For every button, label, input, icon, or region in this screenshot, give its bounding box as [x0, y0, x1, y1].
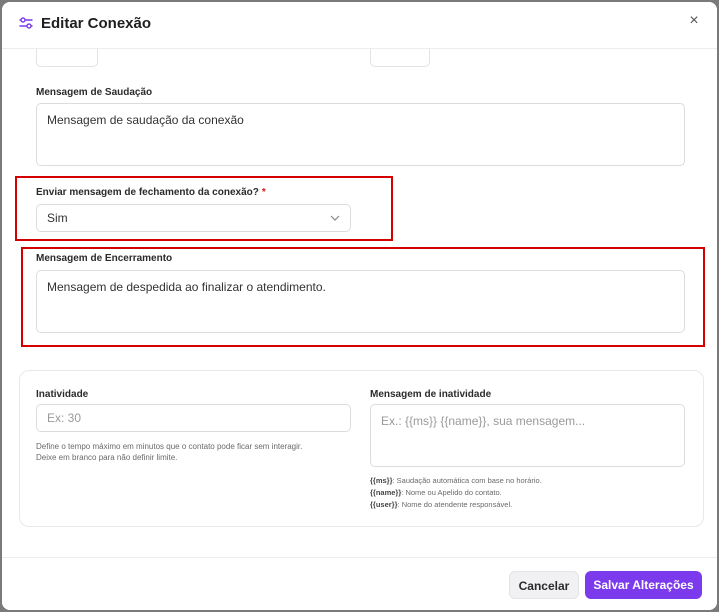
previous-field-stub-left: [36, 49, 98, 67]
variable-token: {{ms}}: [370, 476, 393, 485]
edit-connection-dialog: Editar Conexão × Mensagem de Saudação Me…: [2, 2, 717, 610]
inactivity-message-placeholder: Ex.: {{ms}} {{name}}, sua mensagem...: [381, 414, 586, 428]
variables-help: {{ms}}: Saudação automática com base no …: [370, 475, 542, 511]
inactivity-message-label: Mensagem de inatividade: [370, 389, 492, 400]
inactivity-card: Inatividade Ex: 30 Define o tempo máximo…: [19, 370, 704, 527]
variable-token: {{name}}: [370, 488, 402, 497]
variable-ms: {{ms}}: Saudação automática com base no …: [370, 475, 542, 487]
save-changes-button[interactable]: Salvar Alterações: [585, 571, 702, 599]
closing-message-label: Mensagem de Encerramento: [36, 253, 173, 264]
closing-message-textarea[interactable]: Mensagem de despedida ao finalizar o ate…: [36, 270, 685, 333]
inactivity-input[interactable]: Ex: 30: [36, 404, 351, 432]
variable-desc: : Nome do atendente responsável.: [397, 500, 513, 509]
inactivity-label: Inatividade: [36, 389, 89, 400]
inactivity-help: Define o tempo máximo em minutos que o c…: [36, 441, 302, 463]
close-icon[interactable]: ×: [685, 12, 703, 30]
dialog-header: Editar Conexão ×: [2, 2, 717, 49]
dialog-footer: Cancelar Salvar Alterações: [2, 557, 717, 610]
chevron-down-icon: [330, 215, 340, 221]
greeting-textarea[interactable]: Mensagem de saudação da conexão: [36, 103, 685, 166]
closing-toggle-label: Enviar mensagem de fechamento da conexão…: [36, 187, 266, 198]
dialog-title: Editar Conexão: [41, 15, 152, 32]
cancel-button[interactable]: Cancelar: [509, 571, 579, 599]
variable-name: {{name}}: Nome ou Apelido do contato.: [370, 487, 542, 499]
inactivity-help-line2: Deixe em branco para não definir limite.: [36, 453, 178, 462]
variable-desc: : Nome ou Apelido do contato.: [401, 488, 502, 497]
closing-toggle-label-text: Enviar mensagem de fechamento da conexão…: [36, 187, 259, 198]
inactivity-message-textarea[interactable]: Ex.: {{ms}} {{name}}, sua mensagem...: [370, 404, 685, 467]
previous-field-stub-right: [370, 49, 430, 67]
variable-user: {{user}}: Nome do atendente responsável.: [370, 499, 542, 511]
greeting-label: Mensagem de Saudação: [36, 87, 153, 98]
variable-token: {{user}}: [370, 500, 398, 509]
variable-desc: : Saudação automática com base no horári…: [392, 476, 542, 485]
inactivity-placeholder: Ex: 30: [47, 411, 82, 425]
required-mark: *: [261, 187, 266, 198]
dialog-body: Mensagem de Saudação Mensagem de saudaçã…: [2, 49, 717, 557]
inactivity-help-line1: Define o tempo máximo em minutos que o c…: [36, 442, 303, 451]
settings-sliders-icon: [19, 17, 33, 29]
closing-toggle-select[interactable]: Sim: [36, 204, 351, 232]
closing-toggle-value: Sim: [47, 211, 68, 225]
